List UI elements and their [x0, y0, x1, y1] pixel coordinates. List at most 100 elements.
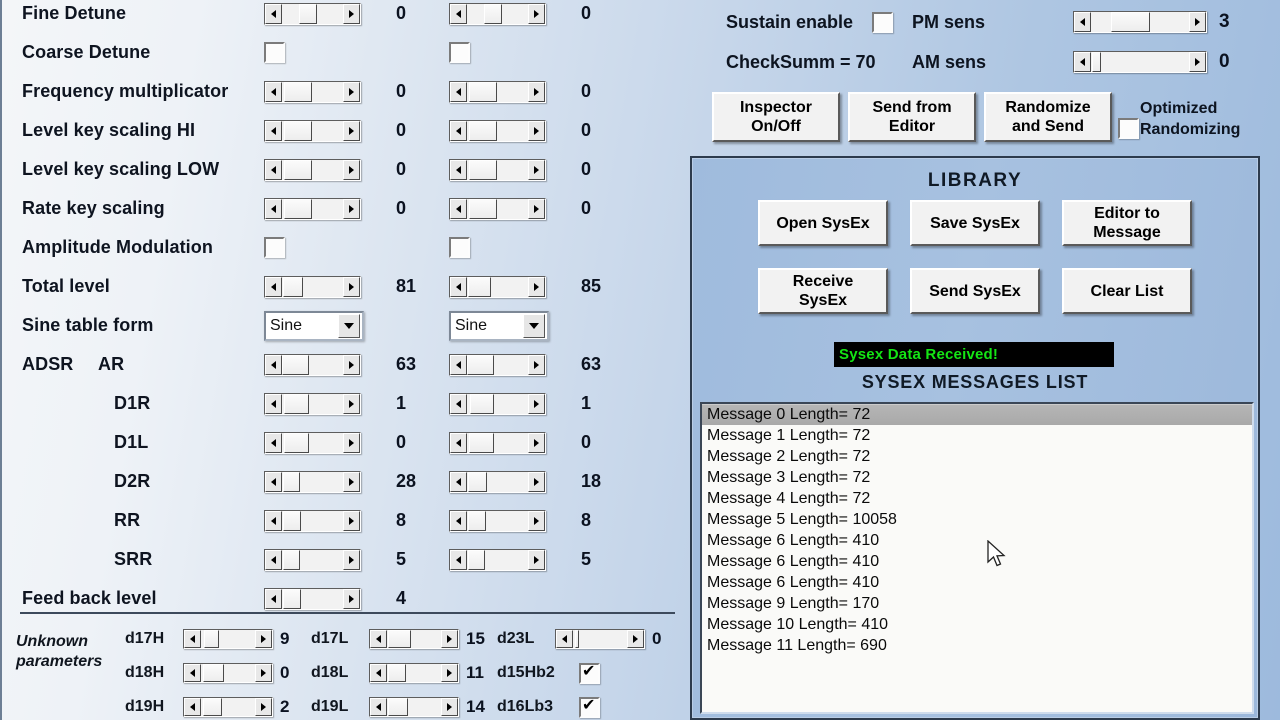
operator-1-slider[interactable]	[264, 431, 361, 454]
operator-2-combo[interactable]: Sine	[449, 310, 549, 341]
slider-track[interactable]	[1091, 52, 1189, 72]
slider-left-arrow-icon[interactable]	[265, 198, 282, 219]
slider-right-arrow-icon[interactable]	[1189, 12, 1206, 32]
slider-left-arrow-icon[interactable]	[265, 588, 282, 609]
sysex-message-row[interactable]: Message 2 Length= 72	[702, 446, 1252, 467]
slider-track[interactable]	[467, 198, 528, 219]
unknown-d18H-slider[interactable]	[183, 663, 273, 683]
slider-thumb[interactable]	[282, 510, 301, 531]
operator-2-slider[interactable]	[449, 509, 546, 532]
slider-left-arrow-icon[interactable]	[265, 549, 282, 570]
slider-track[interactable]	[467, 393, 528, 414]
slider-track[interactable]	[387, 630, 441, 648]
slider-thumb[interactable]	[468, 276, 491, 297]
chevron-down-icon[interactable]	[523, 313, 545, 338]
slider-track[interactable]	[467, 510, 528, 531]
sysex-message-row[interactable]: Message 10 Length= 410	[702, 614, 1252, 635]
operator-2-slider[interactable]	[449, 470, 546, 493]
sysex-message-row[interactable]: Message 0 Length= 72	[702, 404, 1252, 425]
operator-2-slider[interactable]	[449, 119, 546, 142]
slider-left-arrow-icon[interactable]	[184, 698, 201, 716]
operator-2-slider[interactable]	[449, 392, 546, 415]
slider-thumb[interactable]	[284, 198, 313, 219]
slider-thumb[interactable]	[467, 471, 487, 492]
slider-track[interactable]	[467, 276, 528, 297]
slider-left-arrow-icon[interactable]	[265, 510, 282, 531]
slider-track[interactable]	[282, 588, 343, 609]
slider-left-arrow-icon[interactable]	[450, 198, 467, 219]
slider-left-arrow-icon[interactable]	[556, 630, 573, 648]
slider-track[interactable]	[282, 159, 343, 180]
slider-right-arrow-icon[interactable]	[1189, 52, 1206, 72]
slider-right-arrow-icon[interactable]	[528, 81, 545, 102]
slider-right-arrow-icon[interactable]	[343, 471, 360, 492]
slider-left-arrow-icon[interactable]	[370, 630, 387, 648]
slider-left-arrow-icon[interactable]	[265, 120, 282, 141]
editor-to-message-button[interactable]: Editor to Message	[1062, 200, 1192, 246]
slider-thumb[interactable]	[283, 276, 304, 297]
slider-left-arrow-icon[interactable]	[450, 510, 467, 531]
slider-track[interactable]	[282, 510, 343, 531]
sustain-enable-checkbox[interactable]	[872, 12, 893, 33]
operator-2-slider[interactable]	[449, 353, 546, 376]
operator-1-checkbox[interactable]	[264, 237, 285, 258]
operator-1-slider[interactable]	[264, 587, 361, 610]
unknown-d18L-slider[interactable]	[369, 663, 459, 683]
optimized-randomizing-box[interactable]	[1118, 118, 1139, 139]
slider-left-arrow-icon[interactable]	[450, 393, 467, 414]
slider-right-arrow-icon[interactable]	[528, 354, 545, 375]
operator-1-slider[interactable]	[264, 2, 361, 25]
slider-right-arrow-icon[interactable]	[343, 510, 360, 531]
unknown-d16Lb3-checkbox[interactable]	[579, 695, 600, 718]
slider-left-arrow-icon[interactable]	[265, 3, 282, 24]
slider-right-arrow-icon[interactable]	[343, 3, 360, 24]
slider-thumb[interactable]	[468, 549, 485, 570]
am-sens-slider[interactable]	[1073, 51, 1207, 73]
clear-list-button[interactable]: Clear List	[1062, 268, 1192, 314]
slider-track[interactable]	[467, 549, 528, 570]
slider-track[interactable]	[282, 276, 343, 297]
slider-right-arrow-icon[interactable]	[255, 698, 272, 716]
slider-left-arrow-icon[interactable]	[184, 664, 201, 682]
operator-2-slider[interactable]	[449, 158, 546, 181]
slider-right-arrow-icon[interactable]	[528, 510, 545, 531]
slider-left-arrow-icon[interactable]	[370, 698, 387, 716]
slider-track[interactable]	[467, 471, 528, 492]
slider-thumb[interactable]	[388, 698, 408, 716]
slider-right-arrow-icon[interactable]	[528, 432, 545, 453]
slider-thumb[interactable]	[299, 3, 318, 24]
sysex-message-row[interactable]: Message 4 Length= 72	[702, 488, 1252, 509]
slider-track[interactable]	[201, 630, 255, 648]
operator-1-slider[interactable]	[264, 548, 361, 571]
slider-left-arrow-icon[interactable]	[450, 276, 467, 297]
slider-left-arrow-icon[interactable]	[450, 159, 467, 180]
operator-2-slider[interactable]	[449, 197, 546, 220]
slider-track[interactable]	[387, 664, 441, 682]
operator-2-slider[interactable]	[449, 275, 546, 298]
operator-1-slider[interactable]	[264, 197, 361, 220]
operator-1-slider[interactable]	[264, 470, 361, 493]
slider-track[interactable]	[282, 198, 343, 219]
slider-right-arrow-icon[interactable]	[528, 159, 545, 180]
slider-track[interactable]	[282, 120, 343, 141]
slider-track[interactable]	[573, 630, 627, 648]
unknown-d17H-slider[interactable]	[183, 629, 273, 649]
sysex-message-row[interactable]: Message 6 Length= 410	[702, 551, 1252, 572]
slider-right-arrow-icon[interactable]	[343, 588, 360, 609]
operator-1-slider[interactable]	[264, 119, 361, 142]
slider-right-arrow-icon[interactable]	[343, 81, 360, 102]
slider-track[interactable]	[282, 354, 343, 375]
operator-1-slider[interactable]	[264, 392, 361, 415]
unknown-d23L-slider[interactable]	[555, 629, 645, 649]
unknown-d17L-slider[interactable]	[369, 629, 459, 649]
slider-thumb[interactable]	[284, 120, 313, 141]
operator-1-slider[interactable]	[264, 353, 361, 376]
inspector-on-off-button[interactable]: Inspector On/Off	[712, 92, 840, 142]
send-from-editor-button[interactable]: Send from Editor	[848, 92, 976, 142]
slider-left-arrow-icon[interactable]	[450, 354, 467, 375]
operator-2-slider[interactable]	[449, 548, 546, 571]
slider-right-arrow-icon[interactable]	[343, 432, 360, 453]
slider-thumb[interactable]	[282, 588, 301, 609]
slider-left-arrow-icon[interactable]	[265, 432, 282, 453]
pm-sens-slider[interactable]	[1073, 11, 1207, 33]
